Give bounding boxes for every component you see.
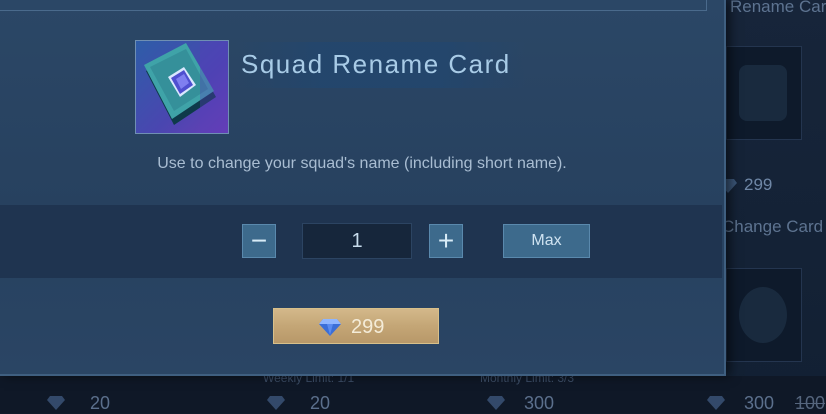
bg-price-2: 20 [310,393,331,413]
bg-item-label-change: Change Card [722,217,824,236]
buy-price: 299 [351,316,385,338]
bg-price-1: 20 [90,393,111,413]
bg-item-price-rename: 299 [744,175,773,194]
background-shop-bottom-row [0,376,826,413]
item-title: Squad Rename Card [241,49,511,79]
bg-item-icon-rename [726,46,802,140]
diamond-icon [707,396,725,410]
dialog-top-corner [706,0,707,11]
diamond-icon [319,319,341,336]
quantity-input[interactable]: 1 [302,223,412,259]
squad-rename-card-icon [135,40,229,134]
diamond-icon [267,396,285,410]
purchase-dialog: Squad Rename Card Use to change your squ… [0,0,726,376]
bg-item-label-rename: Rename Car [730,0,826,16]
dialog-top-divider [0,10,706,11]
decrease-quantity-button[interactable]: − [242,224,276,258]
bg-item-icon-change [726,268,802,362]
max-quantity-button[interactable]: Max [503,224,590,258]
bg-strike-price: 100 [795,393,826,413]
bg-price-3: 300 [524,393,555,413]
bg-price-4: 300 [744,393,775,413]
diamond-icon [47,396,65,410]
buy-button[interactable]: 299 [273,308,439,344]
increase-quantity-button[interactable]: + [429,224,463,258]
diamond-icon [487,396,505,410]
item-description: Use to change your squad's name (includi… [157,155,567,172]
